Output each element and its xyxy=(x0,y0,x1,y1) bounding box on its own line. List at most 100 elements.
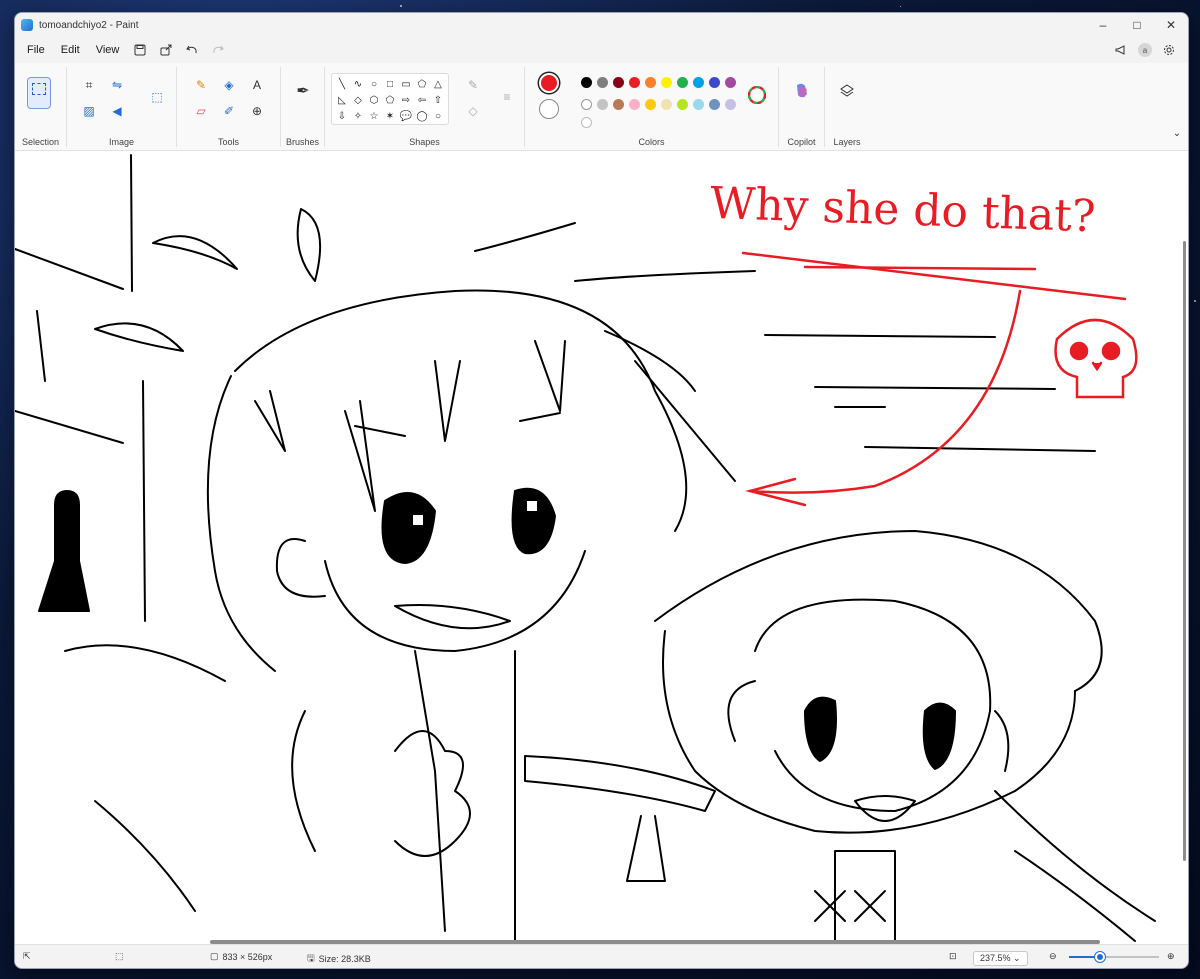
color-swatch[interactable] xyxy=(629,77,640,88)
color-swatch[interactable] xyxy=(677,99,688,110)
settings-gear-icon[interactable] xyxy=(1156,39,1182,61)
zoom-select[interactable]: 237.5% ⌄ xyxy=(973,951,1028,966)
color-swatch[interactable] xyxy=(709,77,720,88)
selection-size-icon: ⬚ xyxy=(115,951,124,961)
secondary-color-swatch[interactable] xyxy=(539,99,559,119)
color-swatch[interactable] xyxy=(597,77,608,88)
layers-icon[interactable] xyxy=(837,81,857,101)
group-label-selection: Selection xyxy=(21,137,60,147)
color-swatch[interactable] xyxy=(661,77,672,88)
shape-option[interactable]: ⬡ xyxy=(366,92,382,108)
pencil-icon[interactable]: ✎ xyxy=(191,75,211,95)
shape-option[interactable]: △ xyxy=(430,76,446,92)
color-swatch[interactable] xyxy=(725,99,736,110)
flip-icon[interactable]: ◀ xyxy=(107,101,127,121)
copilot-icon[interactable] xyxy=(792,81,812,101)
edit-colors-icon[interactable] xyxy=(747,85,767,105)
shape-option[interactable]: ⬠ xyxy=(414,76,430,92)
fill-bucket-icon[interactable]: ◈ xyxy=(219,75,239,95)
ribbon-collapse-chevron-icon[interactable]: ⌄ xyxy=(1167,123,1187,143)
shape-option[interactable]: ⬠ xyxy=(382,92,398,108)
color-swatch[interactable] xyxy=(693,77,704,88)
shape-option[interactable]: 💬 xyxy=(398,108,414,124)
shape-option[interactable]: ⇩ xyxy=(334,108,350,124)
zoom-slider[interactable] xyxy=(1069,952,1159,962)
primary-color-swatch[interactable] xyxy=(539,73,559,93)
fit-to-window-icon[interactable]: ⊡ xyxy=(949,951,957,962)
group-label-brushes: Brushes xyxy=(285,137,320,147)
shape-option[interactable]: ╲ xyxy=(334,76,350,92)
announcement-icon[interactable] xyxy=(1108,39,1134,61)
menu-edit[interactable]: Edit xyxy=(53,39,88,61)
file-size-icon: 🖫 xyxy=(307,953,315,963)
text-tool-icon[interactable]: A xyxy=(247,75,267,95)
shape-option[interactable]: ✧ xyxy=(350,108,366,124)
shape-option[interactable]: ♡ xyxy=(334,124,350,125)
zoom-level: 237.5% xyxy=(980,953,1011,963)
zoom-slider-thumb[interactable] xyxy=(1094,952,1105,962)
outline-icon[interactable]: ✎ xyxy=(463,75,483,95)
shape-fill-icon[interactable]: ◇ xyxy=(463,101,483,121)
close-button[interactable]: ✕ xyxy=(1154,14,1188,36)
group-tools: ✎ ◈ A ▱ ✐ ⊕ Tools xyxy=(177,67,281,147)
shape-option[interactable]: ◺ xyxy=(334,92,350,108)
resize-icon[interactable]: ⇋ xyxy=(107,75,127,95)
redo-icon[interactable] xyxy=(205,39,231,61)
crop-icon[interactable]: ⌗ xyxy=(79,75,99,95)
color-swatch[interactable] xyxy=(581,99,592,110)
remove-background-icon[interactable]: ▨ xyxy=(79,101,99,121)
magnifier-icon[interactable]: ⊕ xyxy=(247,101,267,121)
canvas-dimensions: 833 × 526px xyxy=(222,951,273,962)
selection-tool-button[interactable] xyxy=(27,77,51,109)
undo-icon[interactable] xyxy=(179,39,205,61)
shape-option[interactable]: ☆ xyxy=(366,108,382,124)
drawing-canvas[interactable]: Why she do that? xyxy=(15,151,1188,946)
shape-option[interactable]: ⇦ xyxy=(414,92,430,108)
shape-option[interactable]: ○ xyxy=(366,76,382,92)
group-image: ⌗ ⇋ ▨ ◀ ⬚ Image xyxy=(67,67,177,147)
share-icon[interactable] xyxy=(153,39,179,61)
window-title: tomoandchiyo2 - Paint xyxy=(39,19,139,31)
shape-option[interactable]: ◯ xyxy=(414,108,430,124)
pointer-position-icon: ⇱ xyxy=(23,951,31,961)
menu-file[interactable]: File xyxy=(19,39,53,61)
color-swatch[interactable] xyxy=(661,99,672,110)
eraser-icon[interactable]: ▱ xyxy=(191,101,211,121)
color-swatch[interactable] xyxy=(645,99,656,110)
shape-option[interactable]: ▭ xyxy=(398,76,414,92)
zoom-out-icon[interactable]: ⊖ xyxy=(1049,951,1057,962)
color-swatch[interactable] xyxy=(725,77,736,88)
group-shapes: ╲∿○□▭⬠△◺◇⬡⬠⇨⇦⇧⇩✧☆✶💬◯○♡ ✎ ◇ ≡ Shapes xyxy=(325,67,525,147)
color-swatch[interactable] xyxy=(581,77,592,88)
shape-option[interactable]: □ xyxy=(382,76,398,92)
shape-option[interactable]: ◇ xyxy=(350,92,366,108)
shape-option[interactable]: ⇧ xyxy=(430,92,446,108)
shape-option[interactable]: ⇨ xyxy=(398,92,414,108)
account-avatar[interactable]: a xyxy=(1138,43,1152,57)
color-picker-icon[interactable]: ✐ xyxy=(219,101,239,121)
zoom-in-icon[interactable]: ⊕ xyxy=(1167,951,1175,962)
size-icon[interactable]: ≡ xyxy=(497,87,517,107)
shapes-gallery[interactable]: ╲∿○□▭⬠△◺◇⬡⬠⇨⇦⇧⇩✧☆✶💬◯○♡ xyxy=(331,73,449,125)
vertical-scrollbar[interactable] xyxy=(1183,241,1186,861)
color-swatch[interactable] xyxy=(709,99,720,110)
custom-color-slot[interactable] xyxy=(581,117,592,128)
title-bar: tomoandchiyo2 - Paint – □ ✕ xyxy=(15,13,1188,37)
color-swatch[interactable] xyxy=(677,77,688,88)
group-brushes: ✒ Brushes xyxy=(281,67,325,147)
menu-view[interactable]: View xyxy=(88,39,128,61)
color-swatch[interactable] xyxy=(693,99,704,110)
color-swatch[interactable] xyxy=(629,99,640,110)
maximize-button[interactable]: □ xyxy=(1120,14,1154,36)
shape-option[interactable]: ○ xyxy=(430,108,446,124)
color-swatch[interactable] xyxy=(613,99,624,110)
minimize-button[interactable]: – xyxy=(1086,14,1120,36)
color-swatch[interactable] xyxy=(645,77,656,88)
save-icon[interactable] xyxy=(127,39,153,61)
color-swatch[interactable] xyxy=(613,77,624,88)
shape-option[interactable]: ∿ xyxy=(350,76,366,92)
brush-icon[interactable]: ✒ xyxy=(293,81,313,101)
shape-option[interactable]: ✶ xyxy=(382,108,398,124)
color-swatch[interactable] xyxy=(597,99,608,110)
image-select-icon[interactable]: ⬚ xyxy=(147,87,167,107)
